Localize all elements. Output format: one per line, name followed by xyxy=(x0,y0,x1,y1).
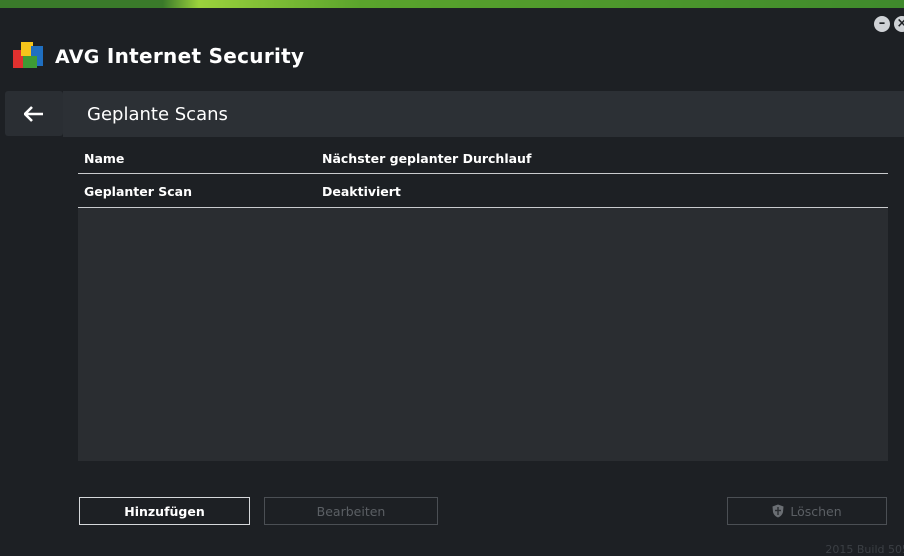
back-button[interactable] xyxy=(5,91,63,136)
minimize-button[interactable]: – xyxy=(874,16,890,32)
brand-mark: AVG xyxy=(55,46,100,68)
add-button[interactable]: Hinzufügen xyxy=(79,497,250,525)
app-logo: AVG Internet Security xyxy=(13,42,304,70)
row-name: Geplanter Scan xyxy=(84,184,193,199)
arrow-left-icon xyxy=(24,105,43,122)
edit-button-label: Bearbeiten xyxy=(316,503,386,519)
window-controls: – × xyxy=(874,16,904,32)
add-button-label: Hinzufügen xyxy=(124,503,205,519)
delete-button-label: Löschen xyxy=(790,503,842,519)
page-title: Geplante Scans xyxy=(87,104,228,125)
column-header-name[interactable]: Name xyxy=(84,151,124,166)
row-next-run: Deaktiviert xyxy=(322,184,401,199)
app-title: AVG Internet Security xyxy=(55,44,304,68)
product-name: Internet Security xyxy=(106,44,305,68)
shield-icon xyxy=(772,504,784,518)
table-row[interactable]: Geplanter Scan Deaktiviert xyxy=(78,174,888,208)
edit-button[interactable]: Bearbeiten xyxy=(264,497,438,525)
column-header-next-run[interactable]: Nächster geplanter Durchlauf xyxy=(322,151,531,166)
close-button[interactable]: × xyxy=(894,16,904,32)
title-bar-accent xyxy=(0,0,904,8)
avg-logo-icon xyxy=(13,42,53,70)
scans-table: Name Nächster geplanter Durchlauf Geplan… xyxy=(78,143,888,461)
table-header: Name Nächster geplanter Durchlauf xyxy=(78,143,888,174)
delete-button[interactable]: Löschen xyxy=(727,497,887,525)
page-header: Geplante Scans xyxy=(63,91,904,137)
